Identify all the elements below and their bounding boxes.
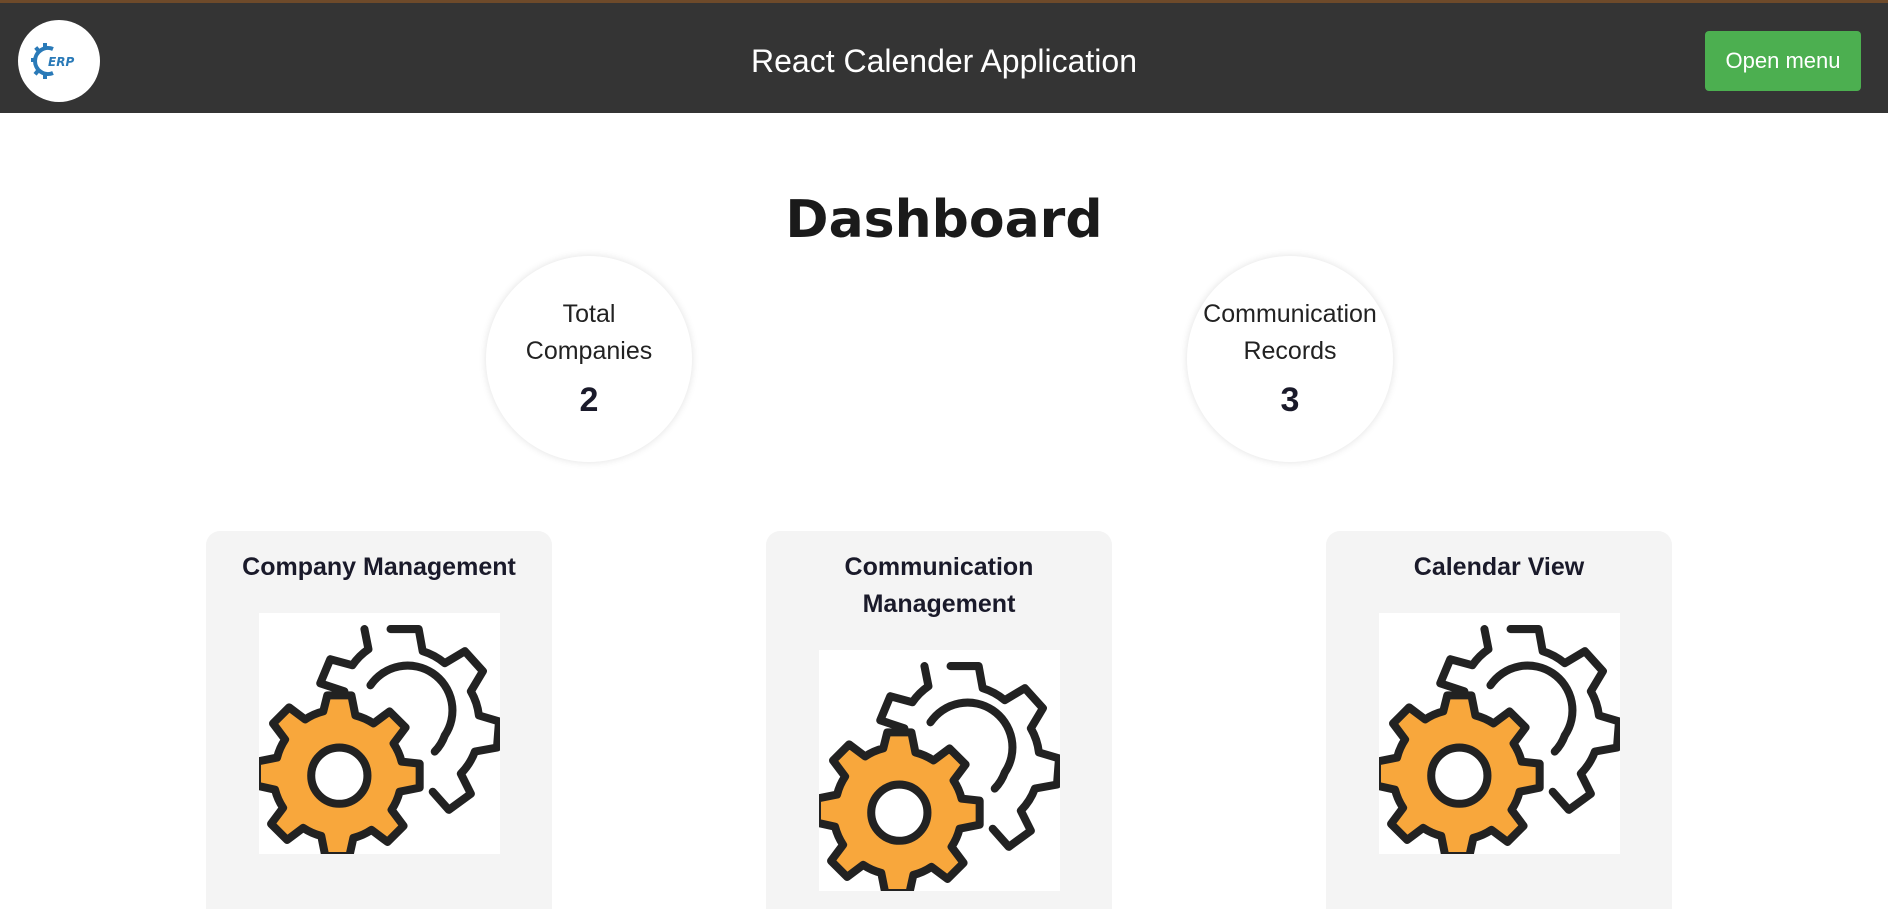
gears-icon (1378, 613, 1620, 854)
stat-value: 3 (1280, 381, 1300, 419)
stat-label: Total Companies (525, 300, 653, 365)
gears-icon (258, 613, 500, 854)
stat-communication-records: Communication Records 3 (1187, 256, 1393, 462)
card-company-management[interactable]: Company Management (206, 531, 552, 909)
card-title: Calendar View (1413, 553, 1585, 581)
stat-total-companies: Total Companies 2 (486, 256, 692, 462)
top-navbar: ERP React Calender Application Open menu (0, 0, 1888, 113)
card-title: Company Management (242, 553, 516, 581)
open-menu-button[interactable]: Open menu (1705, 31, 1861, 91)
card-title: Communication Management (844, 553, 1034, 618)
card-communication-management[interactable]: Communication Management (766, 531, 1112, 909)
card-calendar-view[interactable]: Calendar View (1326, 531, 1672, 909)
app-title: React Calender Application (750, 43, 1137, 79)
page: ERP React Calender Application Open menu… (0, 0, 1894, 909)
gears-icon (818, 650, 1060, 891)
stat-label: Communication Records (1203, 300, 1377, 365)
page-title: Dashboard (785, 190, 1103, 250)
stat-value: 2 (579, 381, 599, 419)
scrollbar-track (1888, 0, 1894, 909)
